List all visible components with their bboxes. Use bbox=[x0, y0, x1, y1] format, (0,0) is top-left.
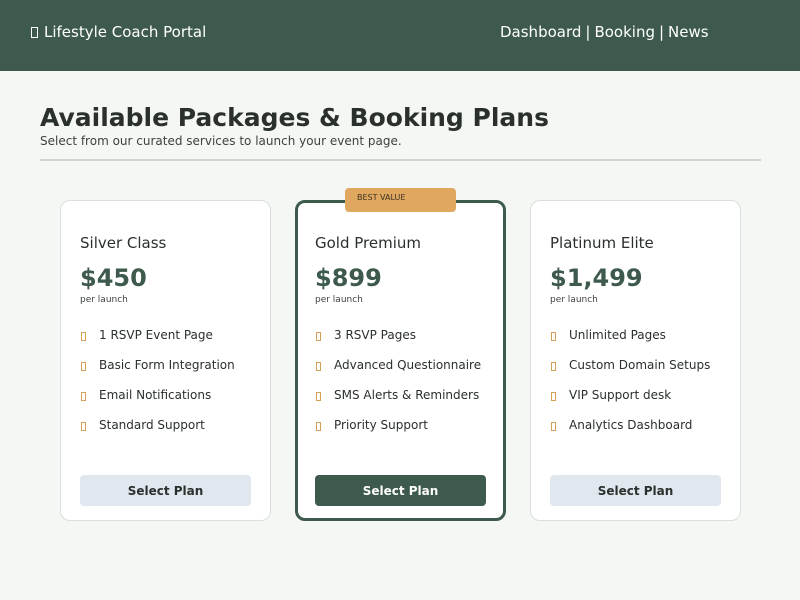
price-unit: per launch bbox=[80, 295, 128, 305]
brand[interactable]: Lifestyle Coach Portal bbox=[31, 23, 206, 41]
feature-item: Email Notifications bbox=[80, 388, 235, 418]
brand-icon bbox=[31, 26, 38, 38]
feature-label: 1 RSVP Event Page bbox=[99, 328, 213, 342]
nav-separator: | bbox=[658, 23, 665, 41]
plan-price: $1,499 bbox=[550, 264, 643, 292]
page-subtitle: Select from our curated services to laun… bbox=[40, 134, 402, 148]
select-plan-button-silver[interactable]: Select Plan bbox=[80, 475, 251, 506]
feature-item: 1 RSVP Event Page bbox=[80, 328, 235, 358]
brand-title: Lifestyle Coach Portal bbox=[44, 23, 207, 41]
feature-label: Custom Domain Setups bbox=[569, 358, 711, 372]
title-divider bbox=[40, 159, 761, 161]
feature-item: Basic Form Integration bbox=[80, 358, 235, 388]
feature-item: Standard Support bbox=[80, 418, 235, 448]
feature-label: Analytics Dashboard bbox=[569, 418, 693, 432]
check-icon bbox=[81, 422, 86, 431]
select-plan-button-platinum[interactable]: Select Plan bbox=[550, 475, 721, 506]
feature-item: Advanced Questionnaire bbox=[315, 358, 481, 388]
feature-item: Unlimited Pages bbox=[550, 328, 710, 358]
feature-list: 1 RSVP Event Page Basic Form Integration… bbox=[80, 328, 235, 448]
feature-label: Basic Form Integration bbox=[99, 358, 235, 372]
feature-item: SMS Alerts & Reminders bbox=[315, 388, 481, 418]
check-icon bbox=[551, 392, 556, 401]
price-unit: per launch bbox=[550, 295, 598, 305]
page-title: Available Packages & Booking Plans bbox=[40, 103, 549, 132]
feature-item: VIP Support desk bbox=[550, 388, 710, 418]
check-icon bbox=[316, 332, 321, 341]
plan-name: Silver Class bbox=[80, 234, 167, 252]
feature-label: Email Notifications bbox=[99, 388, 212, 402]
best-value-badge: BEST VALUE bbox=[345, 188, 456, 212]
plan-name: Platinum Elite bbox=[550, 234, 654, 252]
check-icon bbox=[551, 422, 556, 431]
feature-item: Analytics Dashboard bbox=[550, 418, 710, 448]
nav-separator: | bbox=[585, 23, 591, 41]
feature-label: Priority Support bbox=[334, 418, 428, 432]
plan-card-platinum: Platinum Elite $1,499 per launch Unlimit… bbox=[530, 200, 741, 521]
check-icon bbox=[316, 422, 321, 431]
feature-label: VIP Support desk bbox=[569, 388, 672, 402]
plan-name: Gold Premium bbox=[315, 234, 422, 252]
feature-label: 3 RSVP Pages bbox=[334, 328, 416, 342]
nav-link-dashboard[interactable]: Dashboard bbox=[500, 23, 581, 41]
price-unit: per launch bbox=[315, 295, 363, 305]
check-icon bbox=[551, 332, 556, 341]
plan-card-silver: Silver Class $450 per launch 1 RSVP Even… bbox=[60, 200, 271, 521]
plan-card-gold: Gold Premium $899 per launch 3 RSVP Page… bbox=[295, 200, 506, 521]
nav-link-booking[interactable]: Booking bbox=[594, 23, 655, 41]
check-icon bbox=[316, 362, 321, 371]
plan-price: $899 bbox=[315, 264, 382, 292]
nav-link-news[interactable]: News bbox=[668, 23, 709, 41]
check-icon bbox=[316, 392, 321, 401]
feature-label: Standard Support bbox=[99, 418, 205, 432]
feature-list: Unlimited Pages Custom Domain Setups VIP… bbox=[550, 328, 710, 448]
check-icon bbox=[81, 362, 86, 371]
check-icon bbox=[551, 362, 556, 371]
select-plan-button-gold[interactable]: Select Plan bbox=[315, 475, 486, 506]
check-icon bbox=[81, 392, 86, 401]
feature-item: Priority Support bbox=[315, 418, 481, 448]
top-bar: Lifestyle Coach Portal Dashboard | Booking… bbox=[0, 0, 800, 71]
feature-item: Custom Domain Setups bbox=[550, 358, 710, 388]
main-nav: Dashboard | Booking | News bbox=[500, 23, 709, 41]
feature-label: Unlimited Pages bbox=[569, 328, 666, 342]
plan-price: $450 bbox=[80, 264, 147, 292]
feature-label: Advanced Questionnaire bbox=[334, 358, 482, 372]
feature-list: 3 RSVP Pages Advanced Questionnaire SMS … bbox=[315, 328, 481, 448]
feature-label: SMS Alerts & Reminders bbox=[334, 388, 480, 402]
feature-item: 3 RSVP Pages bbox=[315, 328, 481, 358]
check-icon bbox=[81, 332, 86, 341]
